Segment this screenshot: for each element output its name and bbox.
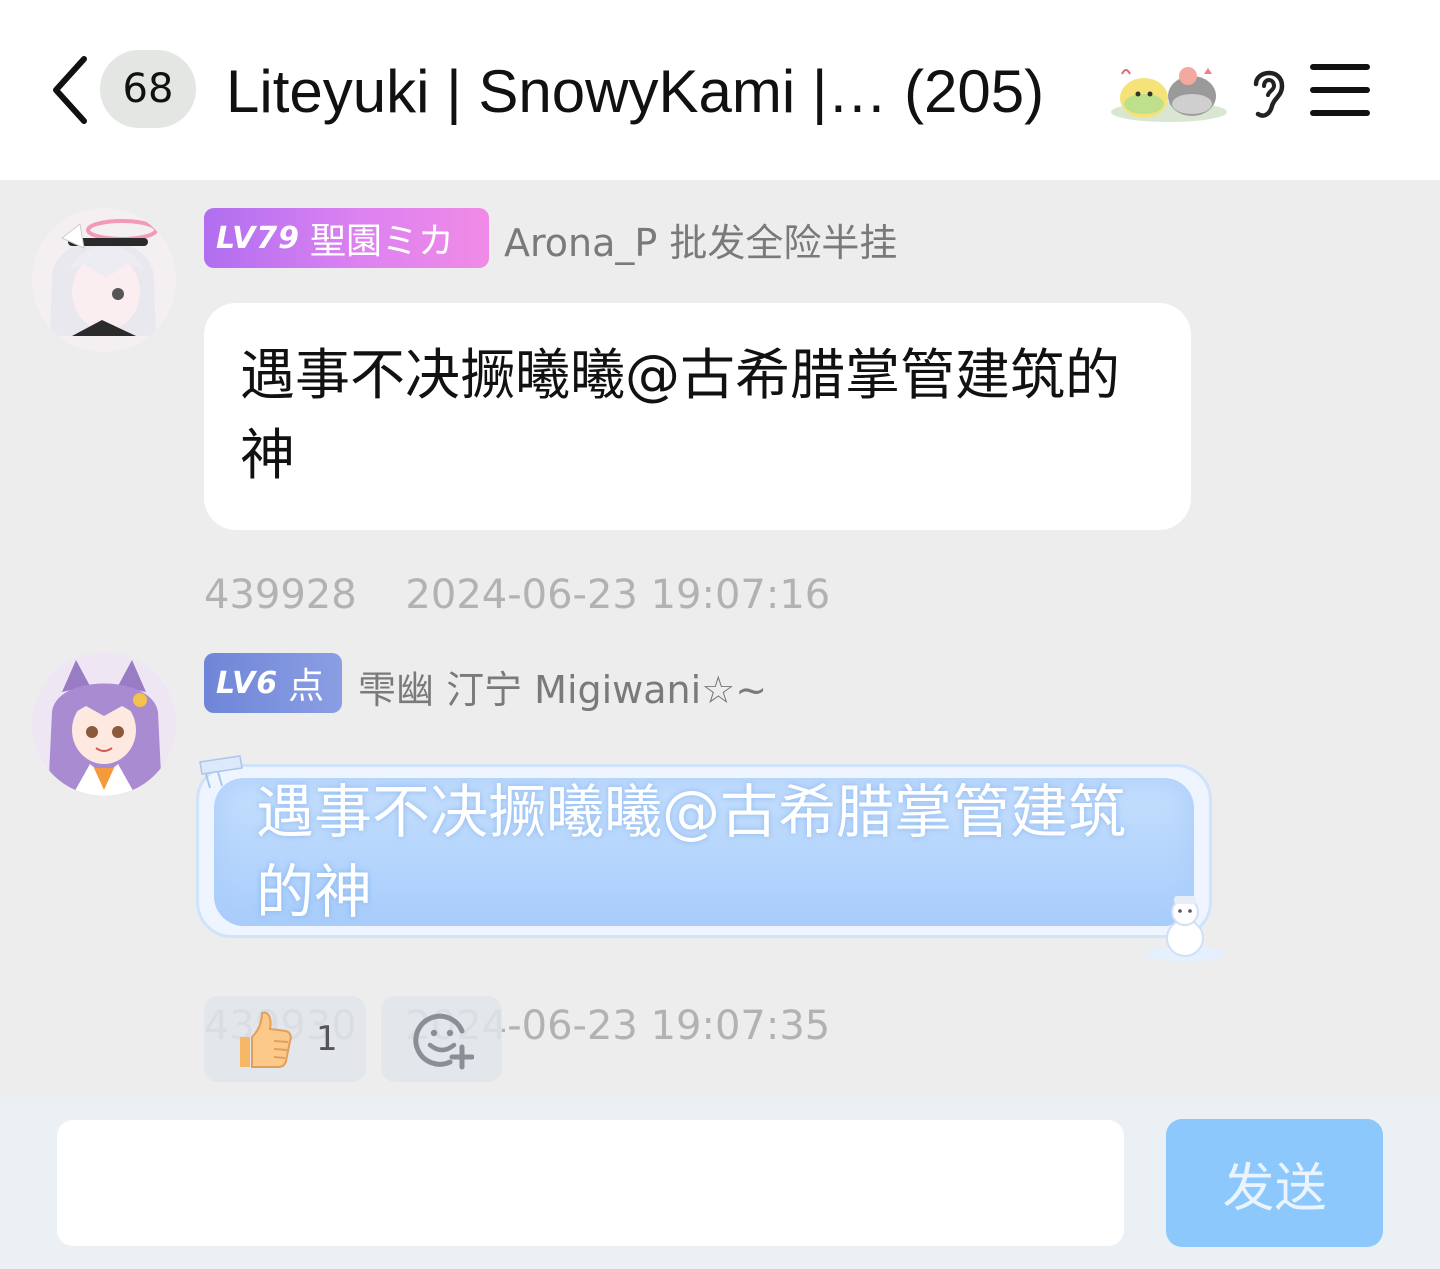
chevron-left-icon [53, 56, 87, 124]
reaction-count: 1 [316, 1019, 338, 1059]
chat-title[interactable]: Liteyuki | SnowyKami |… (205) [226, 52, 1106, 132]
message-meta: 439928 2024-06-23 19:07:16 [204, 572, 830, 618]
level-text: LV79 [216, 220, 300, 256]
sender-name[interactable]: Arona_P 批发全险半挂 [504, 212, 897, 267]
message-id: 439928 [204, 572, 357, 618]
thumbs-up-icon [240, 1011, 292, 1068]
sender-name[interactable]: 雫幽 汀宁 Migiwani☆~ [358, 659, 767, 714]
catgirl-avatar-icon [32, 652, 176, 796]
ear-icon[interactable] [1246, 62, 1292, 122]
add-reaction-icon [412, 1013, 474, 1070]
message-text: 遇事不决撅曦曦@古希腊掌管建筑的神 [256, 778, 1127, 926]
message-bubble[interactable]: 遇事不决撅曦曦@古希腊掌管建筑的神 [204, 303, 1191, 530]
message-input[interactable] [57, 1120, 1124, 1246]
chat-header: 68 Liteyuki | SnowyKami |… (205) [0, 0, 1440, 180]
hamburger-menu-icon[interactable] [1308, 58, 1372, 122]
message-timestamp: 2024-06-23 19:07:16 [405, 572, 831, 618]
level-badge: LV6 点 [204, 653, 342, 713]
level-badge: LV79 聖園ミカ [204, 208, 489, 268]
ribbon-decoration-icon [199, 755, 243, 789]
level-text: LV6 [216, 665, 279, 701]
level-title: 聖園ミカ [309, 221, 454, 262]
level-title: 点 [288, 666, 325, 707]
snowman-decoration-icon [1145, 896, 1225, 962]
anime-girl-avatar-icon [32, 208, 176, 352]
thumbs-up-reaction[interactable]: 1 [204, 996, 366, 1082]
avatar[interactable] [32, 208, 176, 352]
add-reaction-button[interactable] [381, 996, 502, 1082]
back-button[interactable] [40, 50, 100, 130]
avatar[interactable] [32, 652, 176, 796]
unread-count-badge[interactable]: 68 [100, 50, 196, 128]
duck-sticker-icon [1111, 67, 1227, 122]
send-button[interactable]: 发送 [1166, 1119, 1383, 1247]
message-text: 遇事不决撅曦曦@古希腊掌管建筑的神 [240, 343, 1121, 487]
